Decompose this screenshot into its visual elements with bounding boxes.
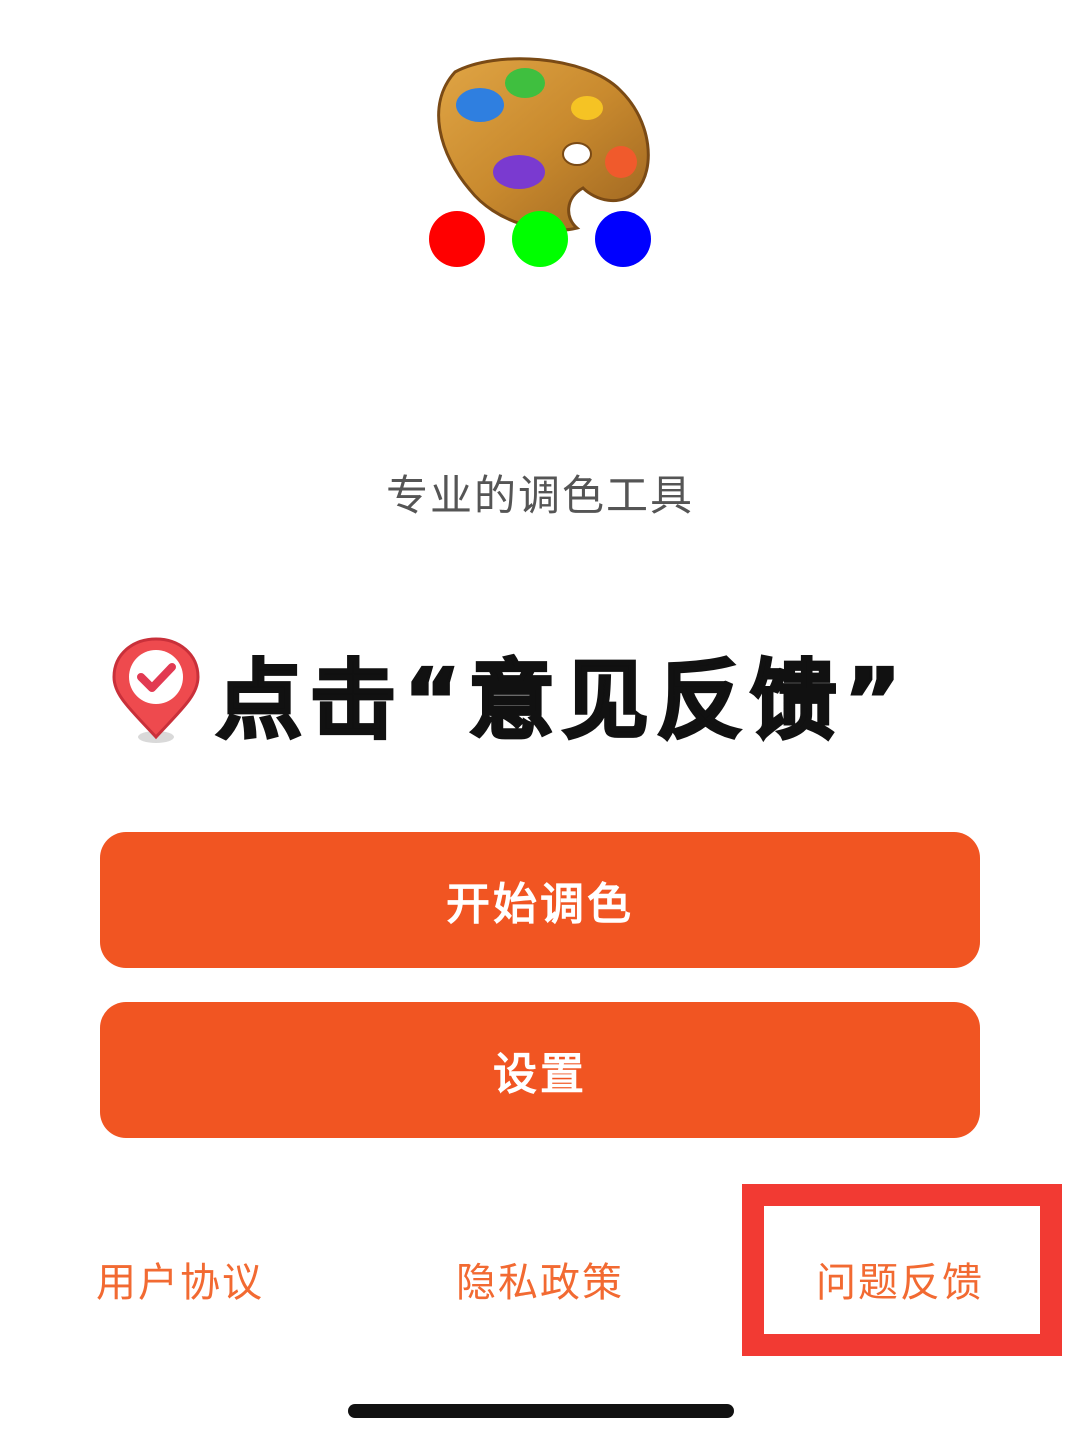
user-agreement-link[interactable]: 用户协议 (0, 1250, 360, 1308)
tutorial-annotation: 点击“意见反馈” (110, 632, 990, 752)
settings-button[interactable]: 设置 (100, 1002, 980, 1138)
start-coloring-button[interactable]: 开始调色 (100, 832, 980, 968)
palette-icon (429, 57, 651, 267)
check-pin-icon (110, 637, 202, 747)
app-logo (415, 50, 665, 290)
home-indicator (348, 1404, 734, 1418)
app-subtitle: 专业的调色工具 (385, 471, 694, 520)
annotation-text: 点击“意见反馈” (214, 649, 910, 752)
highlight-box (742, 1184, 1062, 1356)
privacy-policy-link[interactable]: 隐私政策 (360, 1250, 720, 1308)
